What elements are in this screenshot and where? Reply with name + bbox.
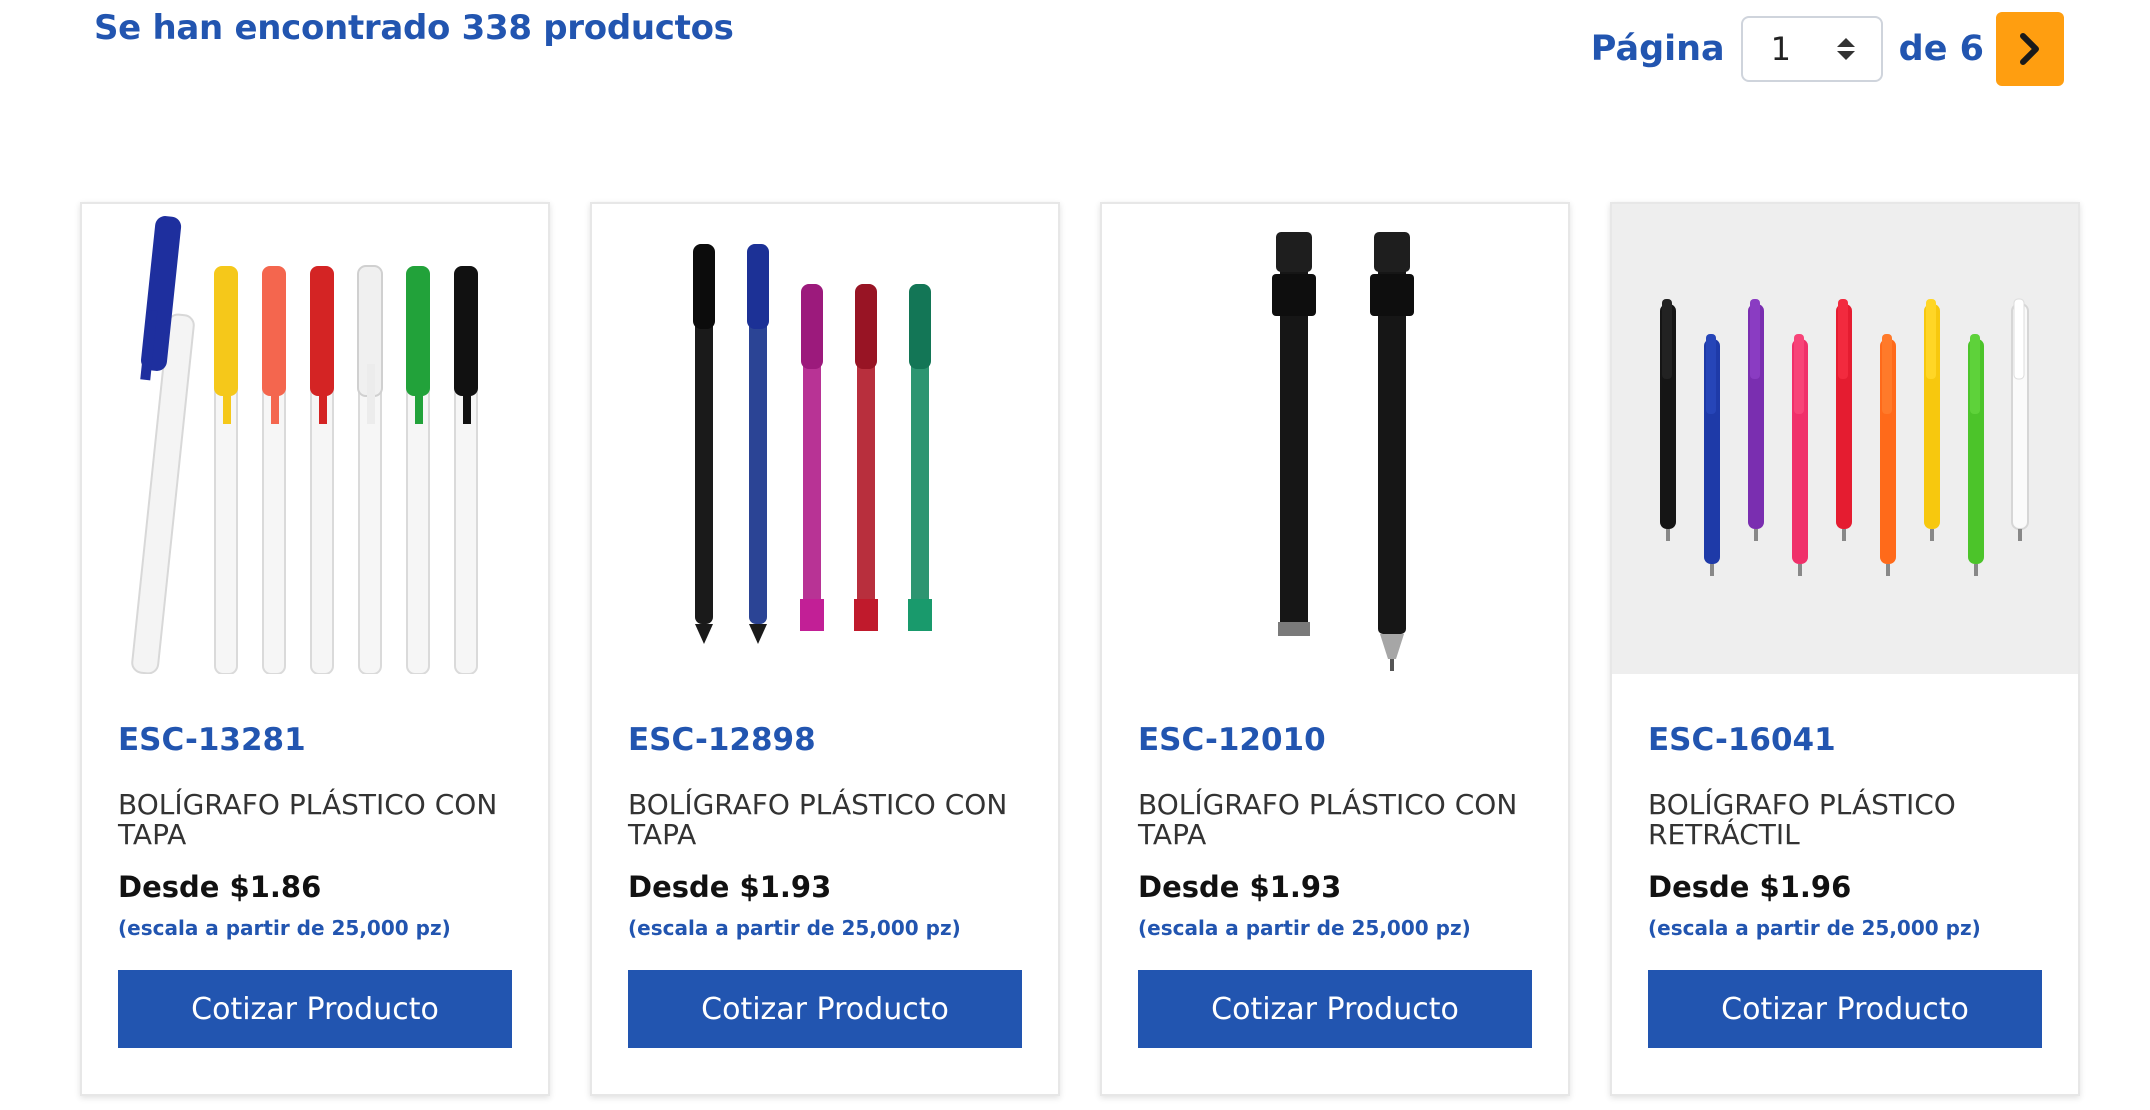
product-sku[interactable]: ESC-12898 <box>628 722 1022 758</box>
product-image[interactable] <box>1102 204 1568 674</box>
page-total-label: de 6 <box>1898 29 1984 69</box>
product-card[interactable]: ESC-13281 BOLÍGRAFO PLÁSTICO CON TAPA De… <box>80 202 550 1096</box>
select-updown-icon <box>1836 38 1855 60</box>
quote-product-button[interactable]: Cotizar Producto <box>628 970 1022 1048</box>
quote-product-button[interactable]: Cotizar Producto <box>1648 970 2042 1048</box>
retractable-pens-multicolor-icon <box>1660 298 2029 576</box>
product-sku[interactable]: ESC-13281 <box>118 722 512 758</box>
page-select[interactable]: 1 <box>1740 16 1883 82</box>
product-image[interactable] <box>1612 204 2078 674</box>
translucent-pens-icon <box>693 244 932 644</box>
product-card[interactable]: ESC-12010 BOLÍGRAFO PLÁSTICO CON TAPA De… <box>1100 202 1570 1096</box>
page-select-value: 1 <box>1770 30 1792 68</box>
product-name: BOLÍGRAFO PLÁSTICO CON TAPA <box>1138 788 1518 851</box>
product-grid: ESC-13281 BOLÍGRAFO PLÁSTICO CON TAPA De… <box>80 202 2080 1096</box>
product-price: Desde $1.96 <box>1648 870 1852 904</box>
pagination: Página 1 de 6 <box>1591 12 2064 86</box>
product-name: BOLÍGRAFO PLÁSTICO RETRÁCTIL <box>1648 788 1956 851</box>
quote-product-button[interactable]: Cotizar Producto <box>118 970 512 1048</box>
product-price: Desde $1.93 <box>628 870 832 904</box>
black-pens-icon <box>1272 232 1414 671</box>
price-scale-note: (escala a partir de 25,000 pz) <box>118 916 451 940</box>
product-sku[interactable]: ESC-12010 <box>1138 722 1532 758</box>
product-name: BOLÍGRAFO PLÁSTICO CON TAPA <box>628 788 1008 851</box>
price-scale-note: (escala a partir de 25,000 pz) <box>628 916 961 940</box>
pens-with-caps-multicolor-icon <box>131 216 478 674</box>
price-scale-note: (escala a partir de 25,000 pz) <box>1648 916 1981 940</box>
product-sku[interactable]: ESC-16041 <box>1648 722 2042 758</box>
product-image[interactable] <box>82 204 548 674</box>
product-card[interactable]: ESC-12898 BOLÍGRAFO PLÁSTICO CON TAPA De… <box>590 202 1060 1096</box>
next-page-button[interactable] <box>1996 12 2064 86</box>
product-image[interactable] <box>592 204 1058 674</box>
price-scale-note: (escala a partir de 25,000 pz) <box>1138 916 1471 940</box>
product-price: Desde $1.93 <box>1138 870 1342 904</box>
product-price: Desde $1.86 <box>118 870 322 904</box>
results-count: Se han encontrado 338 productos <box>94 8 734 48</box>
product-name: BOLÍGRAFO PLÁSTICO CON TAPA <box>118 788 498 851</box>
quote-product-button[interactable]: Cotizar Producto <box>1138 970 1532 1048</box>
page-label: Página <box>1590 29 1725 69</box>
chevron-right-icon <box>2020 33 2039 65</box>
product-card[interactable]: ESC-16041 BOLÍGRAFO PLÁSTICO RETRÁCTIL D… <box>1610 202 2080 1096</box>
